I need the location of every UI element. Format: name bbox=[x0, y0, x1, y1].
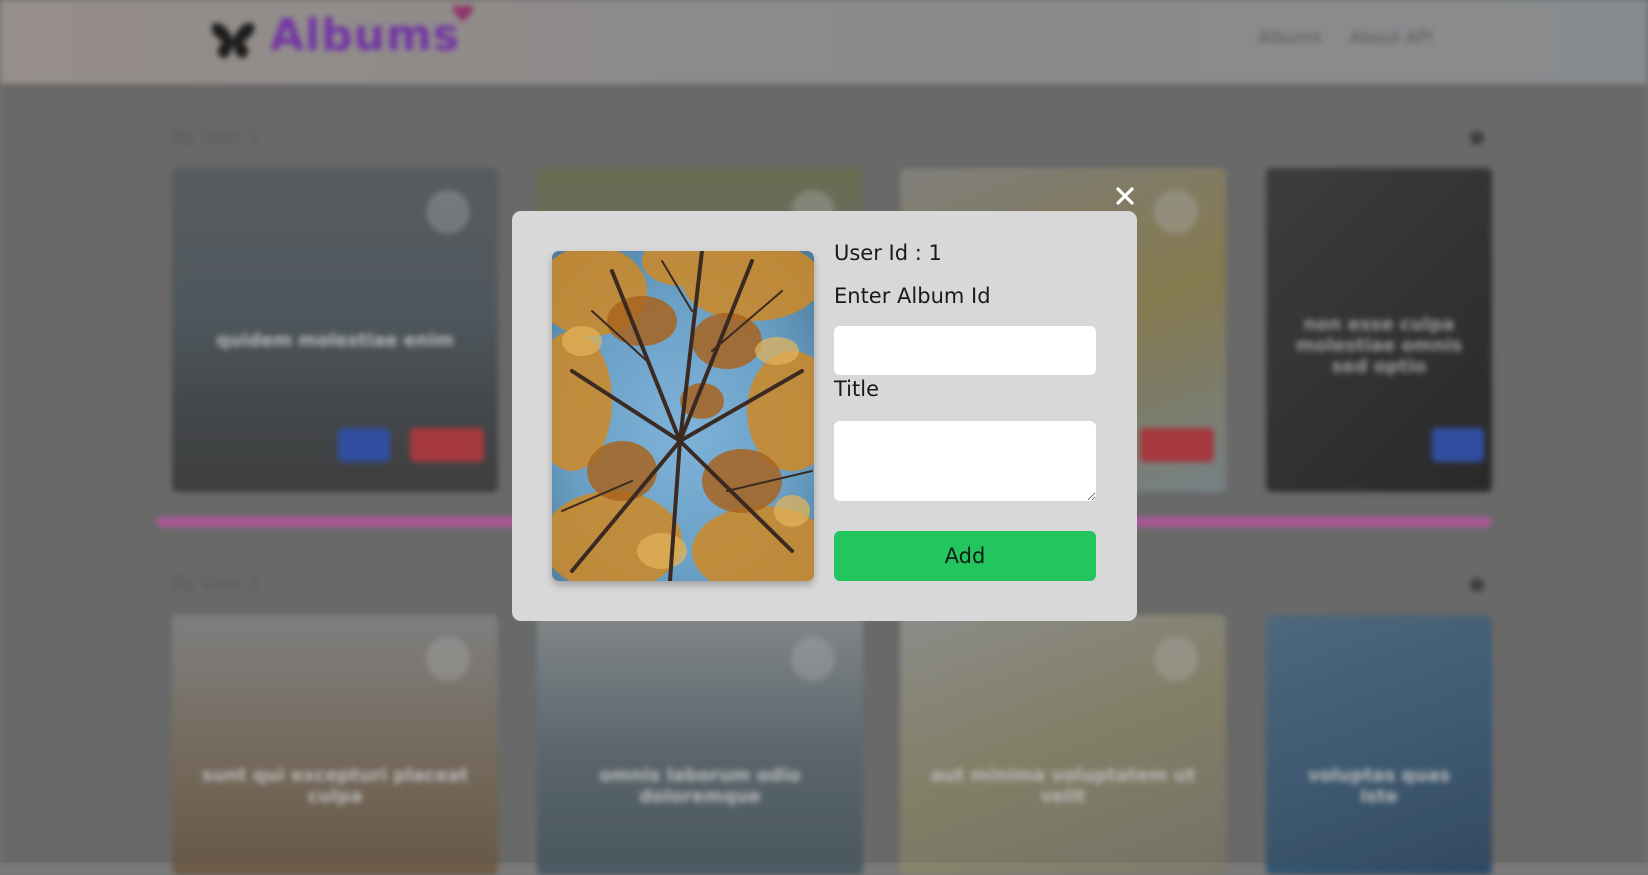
tree-canopy-image bbox=[552, 251, 814, 581]
user-id-text: User Id : 1 bbox=[834, 241, 942, 265]
add-button[interactable]: Add bbox=[834, 531, 1096, 581]
album-id-label: Enter Album Id bbox=[834, 284, 991, 308]
close-button[interactable] bbox=[1112, 183, 1138, 209]
title-label: Title bbox=[834, 377, 880, 401]
close-icon bbox=[1116, 187, 1134, 205]
title-textarea[interactable] bbox=[834, 421, 1096, 501]
add-album-modal: User Id : 1 Enter Album Id Title Add bbox=[512, 211, 1137, 621]
album-id-input[interactable] bbox=[834, 326, 1096, 375]
album-photo bbox=[552, 251, 814, 581]
